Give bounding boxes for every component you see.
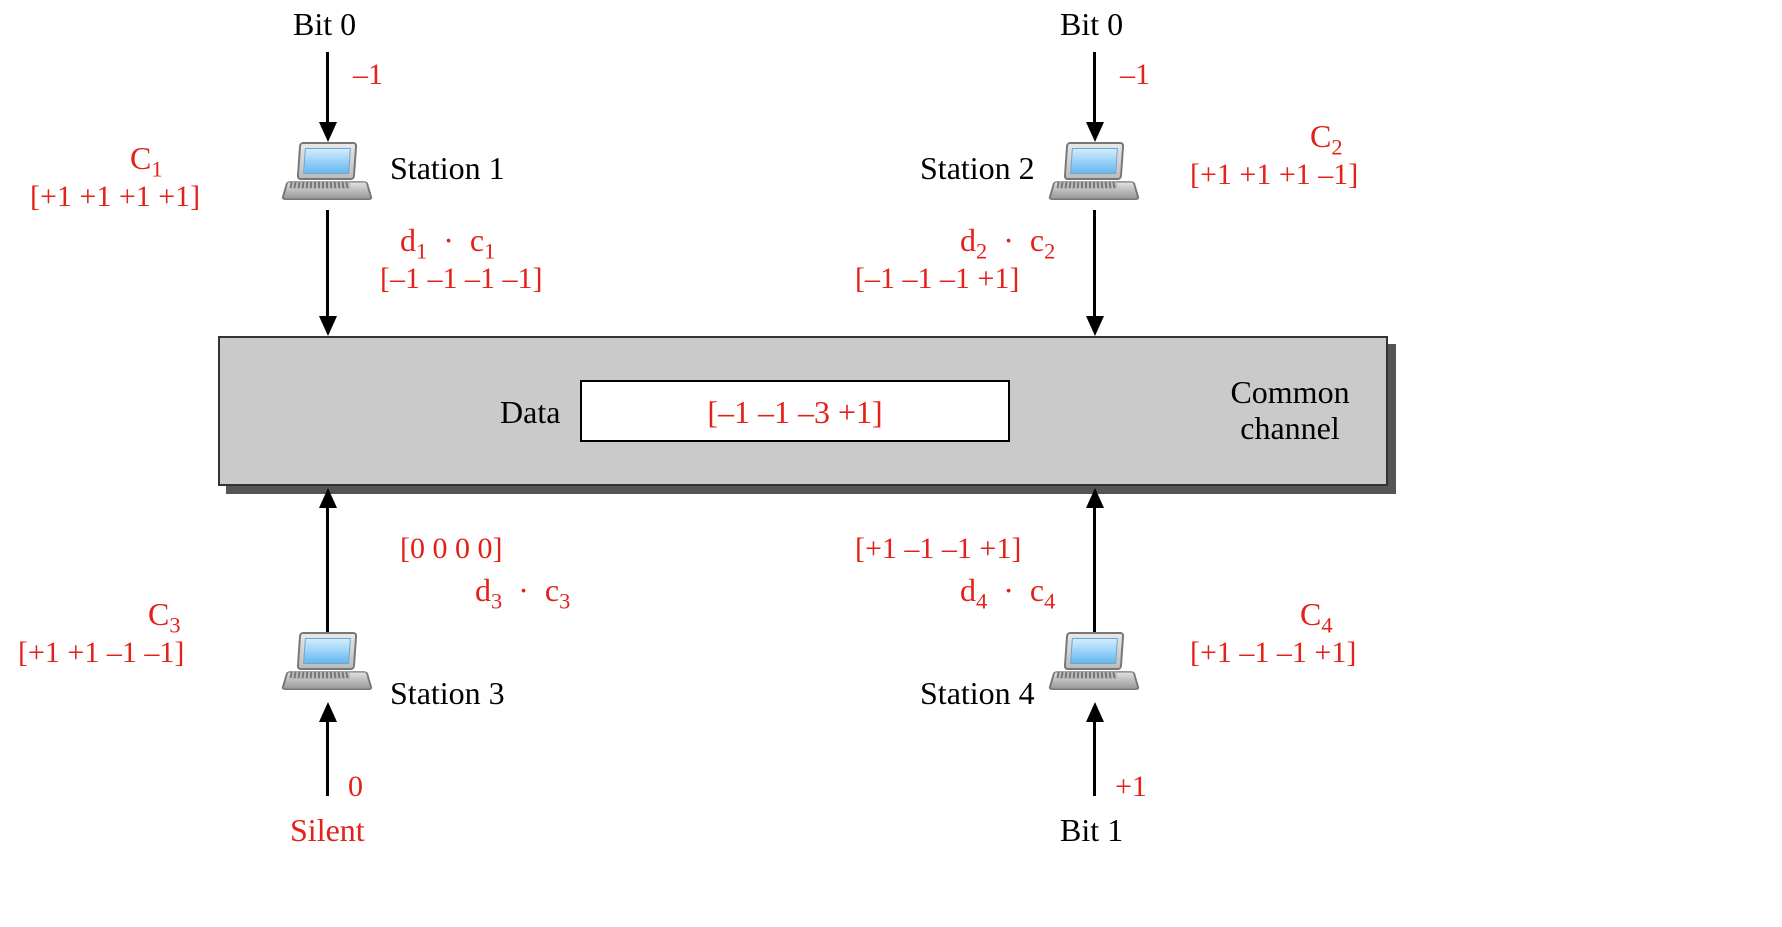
- station4-product-label: d4 · c4: [960, 572, 1055, 614]
- common-channel-label-l1: Common: [1200, 374, 1380, 411]
- station4-code-label: C4: [1300, 596, 1333, 638]
- station3-product-vector: [0 0 0 0]: [400, 532, 502, 566]
- station4-name: Station 4: [920, 675, 1035, 712]
- station4-product-vector: [+1 –1 –1 +1]: [855, 532, 1021, 566]
- station2-top-arrowhead: [1086, 122, 1104, 142]
- station2-top-arrow: [1093, 52, 1096, 124]
- station2-product-vector: [–1 –1 –1 +1]: [855, 262, 1019, 296]
- station4-bottom-arrow: [1093, 720, 1096, 796]
- station2-product-label: d2 · c2: [960, 222, 1055, 264]
- station3-bit-value: 0: [348, 770, 363, 804]
- station2-laptop-icon: [1047, 140, 1137, 210]
- station1-code-vector: [+1 +1 +1 +1]: [30, 180, 200, 214]
- station4-laptop-icon: [1047, 630, 1137, 700]
- common-channel-label-l2: channel: [1200, 410, 1380, 447]
- station1-code-label: C1: [130, 140, 163, 182]
- station3-bit-label: Silent: [290, 812, 365, 849]
- station3-top-arrow: [326, 506, 329, 632]
- station4-bottom-arrowhead: [1086, 702, 1104, 722]
- station1-name: Station 1: [390, 150, 505, 187]
- station4-top-arrowhead: [1086, 488, 1104, 508]
- station1-product-vector: [–1 –1 –1 –1]: [380, 262, 542, 296]
- station2-bottom-arrow: [1093, 210, 1096, 318]
- station4-bit-value: +1: [1115, 770, 1147, 804]
- channel-data-vector: [–1 –1 –3 +1]: [580, 394, 1010, 431]
- station1-bottom-arrow: [326, 210, 329, 318]
- station1-laptop-icon: [280, 140, 370, 210]
- station2-name: Station 2: [920, 150, 1035, 187]
- station3-name: Station 3: [390, 675, 505, 712]
- station2-bottom-arrowhead: [1086, 316, 1104, 336]
- station2-code-vector: [+1 +1 +1 –1]: [1190, 158, 1358, 192]
- station1-top-arrow: [326, 52, 329, 124]
- station1-product-label: d1 · c1: [400, 222, 495, 264]
- station3-product-label: d3 · c3: [475, 572, 570, 614]
- station3-top-arrowhead: [319, 488, 337, 508]
- station3-bottom-arrowhead: [319, 702, 337, 722]
- cdma-diagram: Data [–1 –1 –3 +1] Common channel Bit 0 …: [0, 0, 1782, 927]
- station3-bottom-arrow: [326, 720, 329, 796]
- station1-top-arrowhead: [319, 122, 337, 142]
- station3-code-vector: [+1 +1 –1 –1]: [18, 636, 184, 670]
- station1-bottom-arrowhead: [319, 316, 337, 336]
- station3-code-label: C3: [148, 596, 181, 638]
- station4-code-vector: [+1 –1 –1 +1]: [1190, 636, 1356, 670]
- station2-bit-value: –1: [1120, 58, 1150, 92]
- station1-bit-label: Bit 0: [293, 6, 356, 43]
- data-label: Data: [500, 394, 560, 431]
- station4-top-arrow: [1093, 506, 1096, 632]
- station3-laptop-icon: [280, 630, 370, 700]
- station2-bit-label: Bit 0: [1060, 6, 1123, 43]
- station1-bit-value: –1: [353, 58, 383, 92]
- station2-code-label: C2: [1310, 118, 1343, 160]
- station4-bit-label: Bit 1: [1060, 812, 1123, 849]
